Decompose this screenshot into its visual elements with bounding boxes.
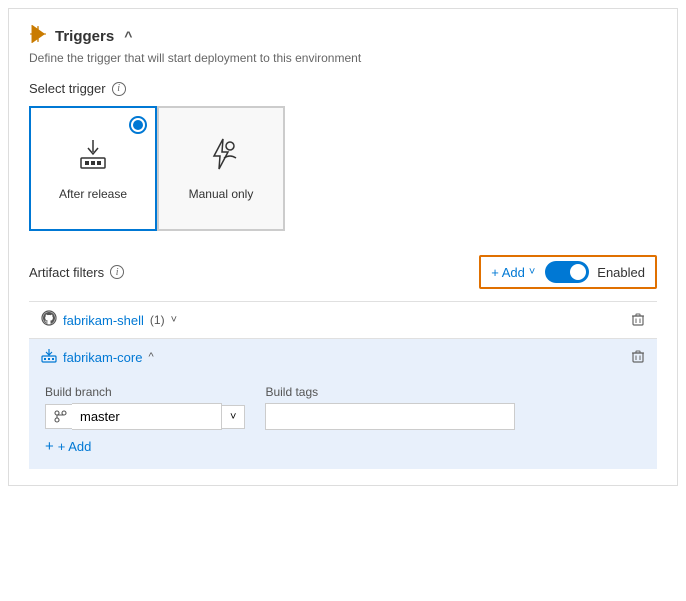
after-release-radio	[129, 116, 147, 134]
fabrikam-core-chevron[interactable]: ^	[148, 351, 153, 363]
after-release-radio-inner	[133, 120, 143, 130]
fabrikam-core-delete[interactable]	[631, 349, 645, 366]
select-trigger-info[interactable]: i	[112, 82, 126, 96]
artifact-row-left-core: fabrikam-core ^	[41, 347, 154, 367]
artifact-row-fabrikam-core: fabrikam-core ^	[29, 338, 657, 375]
fabrikam-shell-count: (1)	[150, 313, 165, 327]
artifact-filters-label-row: Artifact filters i	[29, 265, 124, 280]
artifact-filters-actions: + Add ˅ Enabled	[479, 255, 657, 289]
artifact-row-fabrikam-shell: fabrikam-shell (1) ˅	[29, 301, 657, 338]
build-branch-input[interactable]	[72, 403, 222, 430]
add-plus-icon: +	[45, 438, 54, 455]
artifact-row-left-shell: fabrikam-shell (1) ˅	[41, 310, 177, 330]
manual-only-icon	[203, 136, 239, 179]
fabrikam-shell-delete[interactable]	[631, 312, 645, 329]
after-release-label: After release	[59, 187, 127, 201]
add-artifact-label: + Add	[58, 439, 92, 454]
artifact-filters-label: Artifact filters	[29, 265, 104, 280]
build-tags-group: Build tags	[265, 385, 515, 430]
branch-icon	[45, 404, 72, 429]
toggle-container: Enabled	[545, 261, 645, 283]
build-branch-dropdown[interactable]: ˅	[222, 405, 245, 429]
triggers-subtitle: Define the trigger that will start deplo…	[29, 51, 657, 65]
artifact-filters-info[interactable]: i	[110, 265, 124, 279]
manual-only-label: Manual only	[189, 187, 254, 201]
add-filter-label: + Add	[491, 265, 525, 280]
build-branch-label: Build branch	[45, 385, 245, 399]
fabrikam-shell-chevron[interactable]: ˅	[171, 314, 177, 326]
github-icon	[41, 310, 57, 330]
build-tags-input[interactable]	[265, 403, 515, 430]
build-tags-label: Build tags	[265, 385, 515, 399]
select-trigger-label-row: Select trigger i	[29, 81, 657, 96]
toggle-label: Enabled	[597, 265, 645, 280]
triggers-header: Triggers ^	[29, 25, 657, 47]
after-release-icon	[75, 136, 111, 179]
trigger-options: After release Manual only	[29, 106, 657, 231]
add-filter-button[interactable]: + Add ˅	[491, 265, 535, 280]
build-branch-input-row: ˅	[45, 403, 245, 430]
fabrikam-core-name[interactable]: fabrikam-core	[63, 350, 142, 365]
triggers-collapse-btn[interactable]: ^	[124, 28, 132, 44]
build-icon	[41, 347, 57, 367]
build-fields-row: Build branch ˅ Build tags	[45, 385, 641, 430]
add-filter-chevron: ˅	[529, 266, 535, 278]
triggers-title: Triggers	[55, 28, 114, 45]
add-artifact-link[interactable]: + + Add	[45, 438, 641, 455]
build-branch-group: Build branch ˅	[45, 385, 245, 430]
trigger-option-after-release[interactable]: After release	[29, 106, 157, 231]
trigger-option-manual-only[interactable]: Manual only	[157, 106, 285, 231]
artifact-filters-header: Artifact filters i + Add ˅ Enabled	[29, 255, 657, 289]
fabrikam-shell-name[interactable]: fabrikam-shell	[63, 313, 144, 328]
select-trigger-label: Select trigger	[29, 81, 106, 96]
fabrikam-core-expanded: Build branch ˅ Build tags	[29, 375, 657, 469]
enabled-toggle[interactable]	[545, 261, 589, 283]
triggers-icon	[29, 25, 47, 47]
